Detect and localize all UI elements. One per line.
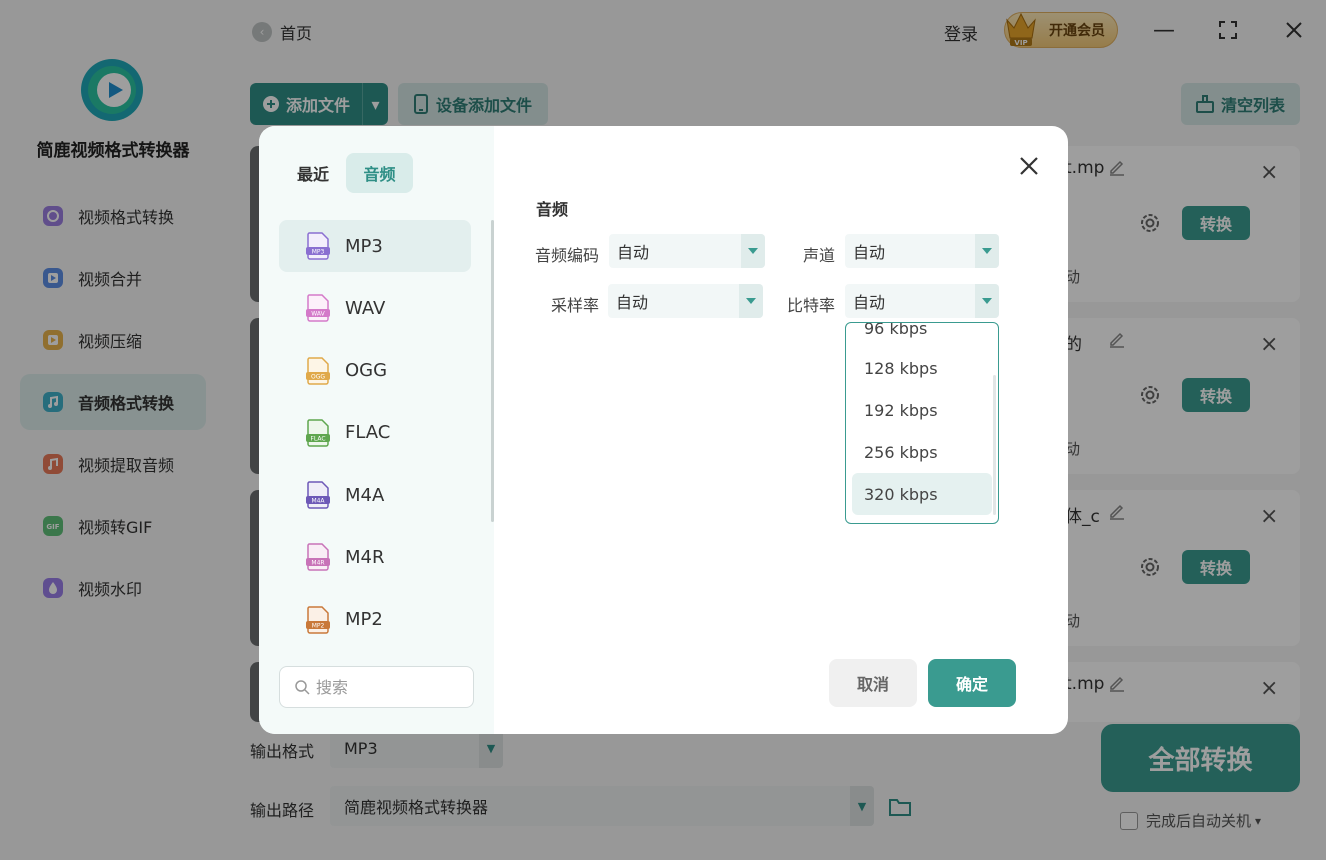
bitrate-option-192[interactable]: 192 kbps bbox=[852, 389, 992, 431]
confirm-button[interactable]: 确定 bbox=[928, 659, 1016, 707]
format-item-wav[interactable]: WAV WAV bbox=[279, 282, 471, 334]
output-format-dialog: 最近 音频 MP3 MP3 WAV WAV OGG OGG FLAC FLAC … bbox=[259, 126, 1068, 734]
channel-label: 声道 bbox=[802, 246, 835, 265]
close-dialog-icon[interactable] bbox=[1017, 154, 1041, 178]
bitrate-label: 比特率 bbox=[786, 296, 835, 315]
m4a-file-icon: M4A bbox=[306, 481, 330, 509]
format-label: FLAC bbox=[345, 422, 391, 444]
m4r-file-icon: M4R bbox=[306, 543, 330, 572]
format-list: MP3 MP3 WAV WAV OGG OGG FLAC FLAC M4A M4… bbox=[279, 220, 471, 656]
tab-audio[interactable]: 音频 bbox=[346, 153, 413, 193]
svg-text:WAV: WAV bbox=[311, 311, 325, 318]
format-label: MP3 bbox=[345, 235, 383, 257]
format-panel: 最近 音频 MP3 MP3 WAV WAV OGG OGG FLAC FLAC … bbox=[259, 126, 494, 734]
chevron-down-icon bbox=[975, 234, 999, 268]
bitrate-value: 自动 bbox=[853, 293, 886, 312]
tab-recent[interactable]: 最近 bbox=[285, 153, 341, 193]
wav-file-icon: WAV bbox=[306, 294, 330, 323]
samplerate-value: 自动 bbox=[616, 293, 649, 312]
search-input[interactable] bbox=[316, 677, 466, 697]
format-list-scrollbar[interactable] bbox=[491, 220, 494, 522]
bitrate-option-256[interactable]: 256 kbps bbox=[852, 431, 992, 473]
format-item-mp3[interactable]: MP3 MP3 bbox=[279, 220, 471, 272]
codec-label: 音频编码 bbox=[534, 246, 599, 265]
bitrate-option-96[interactable]: 96 kbps bbox=[852, 323, 992, 349]
svg-text:OGG: OGG bbox=[311, 373, 325, 380]
svg-text:M4A: M4A bbox=[311, 498, 325, 505]
codec-value: 自动 bbox=[617, 243, 650, 262]
cancel-button[interactable]: 取消 bbox=[829, 659, 917, 707]
samplerate-select[interactable]: 自动 bbox=[608, 284, 763, 318]
bitrate-dropdown: 96 kbps 128 kbps 192 kbps 256 kbps 320 k… bbox=[845, 322, 999, 524]
search-icon bbox=[295, 680, 310, 695]
format-label: WAV bbox=[345, 297, 386, 319]
mp2-file-icon: MP2 bbox=[306, 606, 330, 634]
bitrate-option-128[interactable]: 128 kbps bbox=[852, 347, 992, 389]
format-label: OGG bbox=[345, 360, 388, 382]
format-item-flac[interactable]: FLAC FLAC bbox=[279, 407, 471, 459]
mp3-file-icon: MP3 bbox=[306, 232, 330, 260]
bitrate-option-320[interactable]: 320 kbps bbox=[852, 473, 992, 515]
format-label: M4R bbox=[345, 546, 385, 568]
chevron-down-icon bbox=[741, 234, 765, 268]
format-item-m4r[interactable]: M4R M4R bbox=[279, 531, 471, 583]
bitrate-select[interactable]: 自动 bbox=[845, 284, 999, 318]
format-item-ogg[interactable]: OGG OGG bbox=[279, 345, 471, 397]
format-item-m4a[interactable]: M4A M4A bbox=[279, 469, 471, 521]
codec-select[interactable]: 自动 bbox=[609, 234, 765, 268]
bitrate-dropdown-scrollbar[interactable] bbox=[993, 375, 996, 515]
audio-section-title: 音频 bbox=[536, 200, 569, 219]
format-label: MP2 bbox=[345, 609, 383, 631]
samplerate-label: 采样率 bbox=[550, 296, 599, 315]
ogg-file-icon: OGG bbox=[306, 356, 330, 385]
format-search bbox=[279, 666, 474, 708]
format-label: M4A bbox=[345, 484, 385, 506]
svg-text:MP2: MP2 bbox=[312, 622, 325, 629]
svg-text:MP3: MP3 bbox=[312, 249, 325, 256]
svg-text:FLAC: FLAC bbox=[310, 435, 325, 442]
chevron-down-icon bbox=[975, 284, 999, 318]
format-item-mp2[interactable]: MP2 MP2 bbox=[279, 594, 471, 646]
svg-text:M4R: M4R bbox=[311, 560, 324, 567]
channel-select[interactable]: 自动 bbox=[845, 234, 999, 268]
chevron-down-icon bbox=[739, 284, 763, 318]
flac-file-icon: FLAC bbox=[306, 419, 330, 447]
channel-value: 自动 bbox=[853, 243, 886, 262]
